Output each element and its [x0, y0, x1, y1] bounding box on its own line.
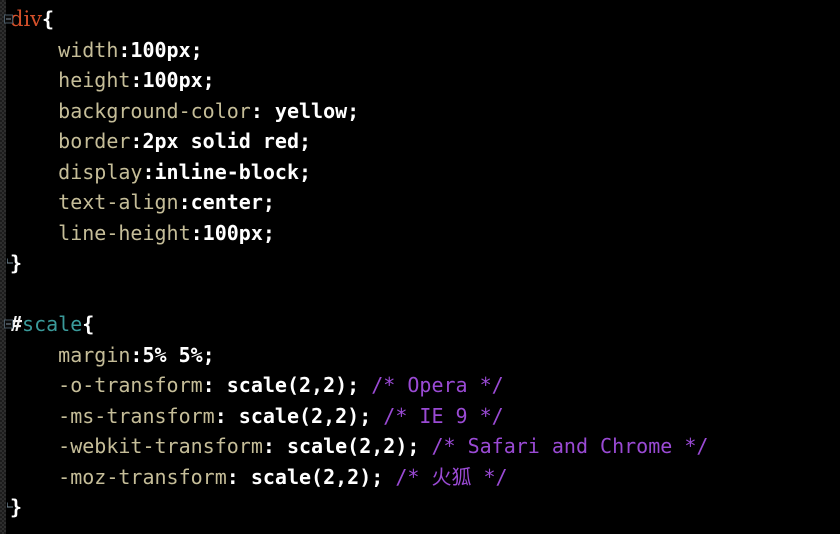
- code-token-value: scale(2,2);: [250, 464, 396, 489]
- code-line[interactable]: -moz-transform: scale(2,2); /* 火狐 */: [0, 462, 840, 493]
- code-line-text: background-color: yellow;: [0, 96, 359, 127]
- code-token-property: margin: [10, 342, 131, 367]
- code-token-value: scale(2,2);: [226, 373, 372, 397]
- code-token-punct: :: [202, 373, 227, 397]
- code-line[interactable]: }: [0, 248, 840, 279]
- code-line-text: -ms-transform: scale(2,2); /* IE 9 */: [0, 401, 504, 432]
- code-line[interactable]: text-align:center;: [0, 187, 840, 218]
- code-token-comment: /* IE 9 */: [383, 403, 504, 428]
- code-line-text: border:2px solid red;: [0, 126, 311, 157]
- code-token-comment: /* Opera */: [371, 373, 504, 397]
- code-content-area[interactable]: div{ width:100px; height:100px; backgrou…: [0, 0, 840, 534]
- code-token-punct: :: [190, 220, 203, 245]
- code-line-text: line-height:100px;: [0, 218, 275, 249]
- code-line[interactable]: height:100px;: [0, 65, 840, 96]
- code-token-value: 100px;: [142, 68, 215, 92]
- code-token-punct: :: [130, 342, 143, 367]
- fold-collapse-icon[interactable]: [4, 14, 13, 24]
- code-line[interactable]: }: [0, 492, 840, 523]
- code-token-property: width: [10, 37, 119, 62]
- code-editor-window: div{ width:100px; height:100px; backgrou…: [0, 0, 840, 534]
- fold-collapse-icon[interactable]: [4, 319, 13, 329]
- code-line-text: width:100px;: [0, 35, 203, 66]
- code-token-property: -moz-transform: [10, 464, 227, 489]
- code-token-selector-id: scale: [22, 312, 83, 336]
- code-line[interactable]: line-height:100px;: [0, 218, 840, 249]
- code-line[interactable]: margin:5% 5%;: [0, 340, 840, 371]
- code-line[interactable]: display:inline-block;: [0, 157, 840, 188]
- code-line-text: height:100px;: [0, 65, 215, 96]
- code-line-text: text-align:center;: [0, 187, 275, 218]
- code-token-property: display: [10, 159, 143, 184]
- code-line-text: display:inline-block;: [0, 157, 311, 188]
- code-line[interactable]: width:100px;: [0, 35, 840, 66]
- code-token-property: -o-transform: [10, 373, 203, 397]
- code-token-value: center;: [190, 190, 275, 214]
- code-line[interactable]: div{: [0, 4, 840, 35]
- code-line-text: -webkit-transform: scale(2,2); /* Safari…: [0, 431, 708, 462]
- code-token-brace: {: [42, 7, 55, 31]
- fold-end-marker-icon: [7, 502, 14, 512]
- code-token-value: scale(2,2);: [286, 434, 432, 458]
- code-token-punct: :: [118, 37, 131, 62]
- code-token-punct: :: [142, 159, 155, 184]
- code-line-text: -moz-transform: scale(2,2); /* 火狐 */: [0, 462, 508, 493]
- code-token-value: 100px;: [202, 220, 275, 245]
- code-token-property: line-height: [10, 220, 191, 245]
- editor-gutter-strip: [0, 0, 6, 534]
- code-token-value: 5% 5%;: [142, 342, 215, 367]
- code-token-property: -ms-transform: [10, 403, 215, 428]
- code-line[interactable]: -o-transform: scale(2,2); /* Opera */: [0, 370, 840, 401]
- code-token-punct: :: [214, 403, 239, 428]
- code-line-text: margin:5% 5%;: [0, 340, 215, 371]
- code-line[interactable]: border:2px solid red;: [0, 126, 840, 157]
- code-token-property: text-align: [10, 190, 179, 214]
- code-line-text: #scale{: [0, 309, 94, 340]
- code-line[interactable]: background-color: yellow;: [0, 96, 840, 127]
- code-token-property: height: [10, 68, 131, 92]
- code-line[interactable]: -webkit-transform: scale(2,2); /* Safari…: [0, 431, 840, 462]
- code-token-comment: /* 火狐 */: [395, 464, 508, 489]
- code-token-punct: :: [178, 190, 191, 214]
- code-line[interactable]: #scale{: [0, 309, 840, 340]
- code-token-value: 2px solid red;: [142, 129, 312, 153]
- code-token-value: yellow;: [274, 98, 360, 123]
- code-token-punct: :: [130, 129, 143, 153]
- code-token-comment: /* Safari and Chrome */: [431, 434, 709, 458]
- code-line[interactable]: -ms-transform: scale(2,2); /* IE 9 */: [0, 401, 840, 432]
- fold-end-marker-icon: [7, 258, 14, 268]
- code-token-value: 100px;: [130, 37, 203, 62]
- code-token-property: -webkit-transform: [10, 434, 263, 458]
- code-token-punct: :: [226, 464, 251, 489]
- code-token-property: background-color: [10, 98, 251, 123]
- code-token-punct: :: [130, 68, 143, 92]
- code-token-punct: :: [250, 98, 275, 123]
- code-token-brace: {: [82, 312, 95, 336]
- code-line[interactable]: [0, 279, 840, 310]
- code-token-value: inline-block;: [154, 159, 312, 184]
- code-token-selector-tag: div: [10, 7, 43, 31]
- code-token-value: scale(2,2);: [238, 403, 384, 428]
- code-token-property: border: [10, 129, 131, 153]
- code-line-text: -o-transform: scale(2,2); /* Opera */: [0, 370, 504, 401]
- code-token-punct: :: [262, 434, 287, 458]
